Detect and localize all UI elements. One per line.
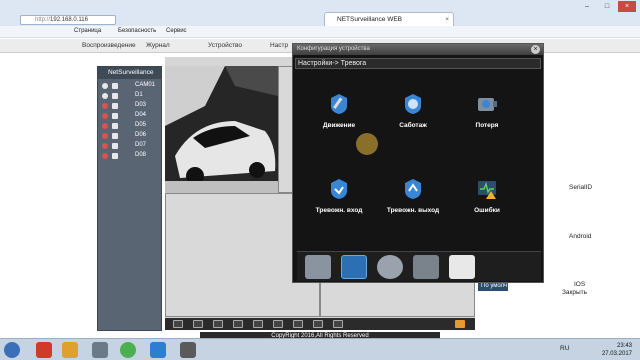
device-row-d06[interactable]: D06 <box>102 132 160 141</box>
ios-label: IOS <box>574 281 586 288</box>
volume-icon[interactable] <box>455 320 465 328</box>
nav-device[interactable]: Устройство <box>208 42 242 49</box>
camera-icon <box>112 123 118 129</box>
maximize-button[interactable]: □ <box>598 1 616 12</box>
color-icon[interactable] <box>313 320 323 328</box>
device-row-d03[interactable]: D03 <box>102 102 160 111</box>
media-icon[interactable] <box>92 342 108 358</box>
camera-icon <box>112 153 118 159</box>
camera-icon <box>112 143 118 149</box>
motion-detect-icon <box>331 94 347 114</box>
safety-menu[interactable]: Безопасность <box>118 28 156 34</box>
offline-icon <box>102 103 108 109</box>
taskbar: RU 23:43 27.03.2017 <box>0 338 640 360</box>
option-alarm-output[interactable]: Тревожн. выход <box>373 177 453 227</box>
option-video-loss[interactable]: Потеря <box>447 92 527 142</box>
device-row-cam01[interactable]: CAM01 <box>102 82 160 91</box>
option-tamper[interactable]: Саботаж <box>373 92 453 142</box>
minimize-button[interactable]: – <box>578 1 596 12</box>
mouse-cursor-highlight <box>356 133 378 155</box>
close-link[interactable]: Закрыть <box>562 289 587 296</box>
camera-feed-cam01[interactable] <box>165 66 278 193</box>
window-controls: – □ × <box>578 1 636 12</box>
camera-icon <box>112 103 118 109</box>
tamper-icon <box>405 94 421 114</box>
offline-icon <box>102 123 108 129</box>
device-row-d1[interactable]: D1 <box>102 92 160 101</box>
nav-settings[interactable]: Настр <box>270 42 288 49</box>
fullscreen-icon[interactable] <box>173 320 183 328</box>
device-tree-panel: NetSurveillance CAM01 D1 D03 D04 D05 D06… <box>97 66 162 331</box>
video-loss-icon <box>478 98 497 111</box>
alarm-output-icon <box>405 179 421 199</box>
option-errors[interactable]: Ошибки <box>447 177 527 227</box>
address-prefix: http:// <box>35 17 51 23</box>
camera-icon <box>112 133 118 139</box>
clock[interactable]: 23:43 27.03.2017 <box>602 342 632 358</box>
command-bar: Страница Безопасность Сервис <box>0 26 640 38</box>
dialog-close-button[interactable]: × <box>531 45 540 54</box>
status-icon <box>102 93 108 99</box>
address-bar[interactable]: http://192.168.0.116 <box>20 15 116 25</box>
device-tree-root[interactable]: NetSurveillance <box>98 67 161 79</box>
offline-icon <box>102 153 108 159</box>
settings-gear-icon[interactable] <box>377 255 403 279</box>
car-snapshot-image <box>165 66 278 193</box>
dialog-title: Конфигурация устройства <box>293 44 543 55</box>
tab-close-icon[interactable]: × <box>445 13 449 26</box>
page-menu[interactable]: Страница <box>74 28 101 34</box>
layout-1-icon[interactable] <box>193 320 203 328</box>
tab-title: NETSurveillance WEB <box>337 16 403 23</box>
playback-toolbar <box>165 318 475 330</box>
app-icon[interactable] <box>36 342 52 358</box>
device-config-dialog: Конфигурация устройства × Настройки-> Тр… <box>292 43 544 283</box>
browser-tab[interactable]: NETSurveillance WEB × <box>324 12 454 26</box>
snapshot-icon[interactable] <box>293 320 303 328</box>
start-icon[interactable] <box>4 342 20 358</box>
ptz-icon[interactable] <box>333 320 343 328</box>
nav-playback[interactable]: Воспроизведение <box>82 42 136 49</box>
explorer-icon[interactable] <box>180 342 196 358</box>
device-row-d05[interactable]: D05 <box>102 122 160 131</box>
offline-icon <box>102 143 108 149</box>
device-row-d08[interactable]: D08 <box>102 152 160 161</box>
config-dock <box>297 251 541 281</box>
close-window-button[interactable]: × <box>618 1 636 12</box>
device-row-d07[interactable]: D07 <box>102 142 160 151</box>
offline-icon <box>102 113 108 119</box>
camera-icon <box>112 83 118 89</box>
breadcrumb: Настройки-> Тревога <box>295 58 541 69</box>
alarm-shield-icon[interactable] <box>341 255 367 279</box>
device-row-d04[interactable]: D04 <box>102 112 160 121</box>
language-indicator[interactable]: RU <box>560 345 569 352</box>
error-icon <box>478 181 496 199</box>
offline-icon <box>102 133 108 139</box>
layout-4-icon[interactable] <box>213 320 223 328</box>
nav-log[interactable]: Журнал <box>146 42 170 49</box>
folder-icon[interactable] <box>62 342 78 358</box>
android-label: Android <box>569 233 592 240</box>
info-list-icon[interactable] <box>449 255 475 279</box>
layout-16-icon[interactable] <box>253 320 263 328</box>
serial-id-label: SerialID <box>569 184 593 191</box>
option-alarm-input[interactable]: Тревожн. вход <box>299 177 379 227</box>
address-text: 192.168.0.116 <box>50 17 88 23</box>
storage-icon[interactable] <box>305 255 331 279</box>
alarm-input-icon <box>331 179 347 199</box>
ie-icon[interactable] <box>150 342 166 358</box>
tools-icon[interactable] <box>413 255 439 279</box>
layout-9-icon[interactable] <box>233 320 243 328</box>
status-icon <box>102 83 108 89</box>
service-menu[interactable]: Сервис <box>166 28 187 34</box>
camera-icon <box>112 93 118 99</box>
record-icon[interactable] <box>273 320 283 328</box>
camera-icon <box>112 113 118 119</box>
chrome-icon[interactable] <box>120 342 136 358</box>
